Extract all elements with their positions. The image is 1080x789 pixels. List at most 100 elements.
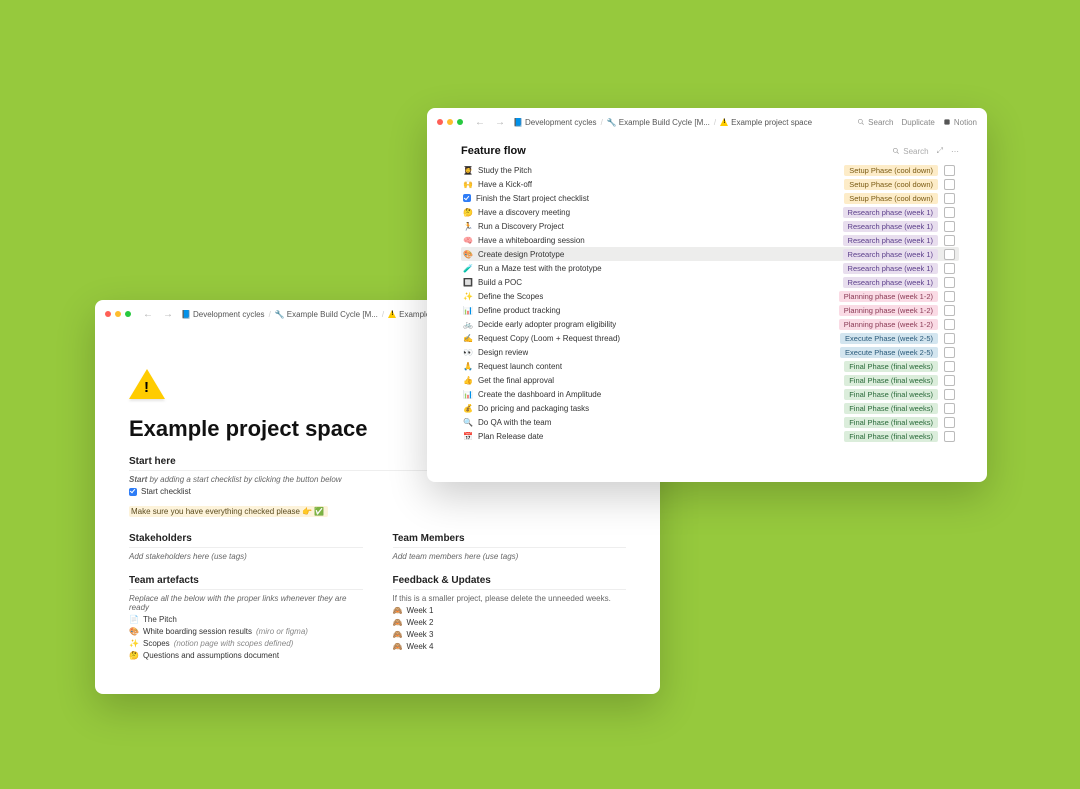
artefact-item[interactable]: 🎨White boarding session results (miro or… xyxy=(129,627,363,636)
item-icon: 🎨 xyxy=(129,627,139,636)
titlebar: ← → 📘Development cycles/🔧Example Build C… xyxy=(427,108,987,131)
feature-flow-row[interactable]: 👀Design reviewExecute Phase (week 2-5) xyxy=(461,345,959,359)
ff-more-icon[interactable]: ⋯ xyxy=(951,147,959,156)
row-checkbox[interactable] xyxy=(944,319,955,330)
row-checkbox[interactable] xyxy=(944,389,955,400)
feature-flow-row[interactable]: 💰Do pricing and packaging tasksFinal Pha… xyxy=(461,401,959,415)
feedback-week-item[interactable]: 🙈Week 4 xyxy=(393,642,627,651)
feedback-list: 🙈 Week 1 🙈Week 2 🙈Week 3 🙈Week 4 xyxy=(393,606,627,651)
breadcrumbs-b: 📘Development cycles/🔧Example Build Cycle… xyxy=(513,118,851,127)
row-icon: 🤔 xyxy=(463,208,473,217)
feature-flow-row[interactable]: 👍Get the final approvalFinal Phase (fina… xyxy=(461,373,959,387)
search-button[interactable]: Search xyxy=(857,118,893,127)
row-checkbox[interactable] xyxy=(944,179,955,190)
phase-pill: Research phase (week 1) xyxy=(843,235,938,246)
phase-pill: Planning phase (week 1-2) xyxy=(839,291,938,302)
feature-flow-row[interactable]: 📅Plan Release dateFinal Phase (final wee… xyxy=(461,429,959,443)
ff-search-button[interactable]: Search xyxy=(892,147,928,156)
duplicate-button[interactable]: Duplicate xyxy=(902,118,935,127)
row-checkbox[interactable] xyxy=(944,361,955,372)
feature-flow-row[interactable]: 🤔Have a discovery meetingResearch phase … xyxy=(461,205,959,219)
row-checkbox[interactable] xyxy=(944,375,955,386)
row-checkbox[interactable] xyxy=(944,333,955,344)
row-checkbox[interactable] xyxy=(944,193,955,204)
nav-forward-icon[interactable]: → xyxy=(161,309,175,320)
feature-flow-row[interactable]: ✨Define the ScopesPlanning phase (week 1… xyxy=(461,289,959,303)
row-checkbox[interactable] xyxy=(944,207,955,218)
breadcrumb-item[interactable]: 📘Development cycles xyxy=(513,118,597,127)
artefact-item[interactable]: 🤔Questions and assumptions document xyxy=(129,651,363,660)
feature-flow-row[interactable]: 🎨Create design PrototypeResearch phase (… xyxy=(461,247,959,261)
row-icon: 🔲 xyxy=(463,278,473,287)
row-checkbox[interactable] xyxy=(944,277,955,288)
minimize-dot[interactable] xyxy=(115,311,121,317)
crumb-icon: 🔧 xyxy=(275,310,285,319)
row-label: Have a discovery meeting xyxy=(478,208,570,217)
row-checkbox[interactable] xyxy=(944,165,955,176)
feature-flow-row[interactable]: 🙏Request launch contentFinal Phase (fina… xyxy=(461,359,959,373)
phase-pill: Final Phase (final weeks) xyxy=(844,431,938,442)
row-label: Do pricing and packaging tasks xyxy=(478,404,589,413)
ff-expand-icon[interactable]: ⤢ xyxy=(937,146,943,156)
row-checkbox[interactable] xyxy=(944,417,955,428)
feature-flow-row[interactable]: 🏃Run a Discovery ProjectResearch phase (… xyxy=(461,219,959,233)
item-icon: 🙈 xyxy=(393,606,403,615)
nav-back-icon[interactable]: ← xyxy=(141,309,155,320)
feature-flow-row[interactable]: 🔲Build a POCResearch phase (week 1) xyxy=(461,275,959,289)
zoom-dot[interactable] xyxy=(457,119,463,125)
breadcrumb-sep: / xyxy=(382,310,384,319)
nav-back-icon[interactable]: ← xyxy=(473,117,487,128)
row-checkbox[interactable] xyxy=(944,291,955,302)
row-icon: 📊 xyxy=(463,390,473,399)
nav-forward-icon[interactable]: → xyxy=(493,117,507,128)
traffic-lights xyxy=(437,119,463,125)
row-checkbox[interactable] xyxy=(944,221,955,232)
feedback-week-item[interactable]: 🙈Week 3 xyxy=(393,630,627,639)
row-label: Request launch content xyxy=(478,362,562,371)
row-icon: 🧠 xyxy=(463,236,473,245)
row-icon: 🚲 xyxy=(463,320,473,329)
row-checkbox[interactable] xyxy=(944,235,955,246)
feature-flow-row[interactable]: 🔍Do QA with the teamFinal Phase (final w… xyxy=(461,415,959,429)
feature-flow-row[interactable]: 📊Create the dashboard in AmplitudeFinal … xyxy=(461,387,959,401)
phase-pill: Research phase (week 1) xyxy=(843,221,938,232)
artefact-item[interactable]: ✨Scopes (notion page with scopes defined… xyxy=(129,639,363,648)
zoom-dot[interactable] xyxy=(125,311,131,317)
phase-pill: Final Phase (final weeks) xyxy=(844,417,938,428)
feature-flow-row[interactable]: 📊Define product trackingPlanning phase (… xyxy=(461,303,959,317)
phase-pill: Research phase (week 1) xyxy=(843,277,938,288)
item-label: Scopes xyxy=(143,639,170,648)
breadcrumb-item[interactable]: Example project space xyxy=(720,118,812,127)
row-label: Create the dashboard in Amplitude xyxy=(478,390,601,399)
feature-flow-row[interactable]: Finish the Start project checklistSetup … xyxy=(461,191,959,205)
close-dot[interactable] xyxy=(437,119,443,125)
feedback-week-item[interactable]: 🙈Week 2 xyxy=(393,618,627,627)
feature-flow-row[interactable]: 🧠Have a whiteboarding sessionResearch ph… xyxy=(461,233,959,247)
close-dot[interactable] xyxy=(105,311,111,317)
feature-flow-row[interactable]: 🧪Run a Maze test with the prototypeResea… xyxy=(461,261,959,275)
item-label: Week 1 xyxy=(407,606,434,615)
feature-flow-row[interactable]: 🙌Have a Kick-offSetup Phase (cool down) xyxy=(461,177,959,191)
row-checkbox[interactable] xyxy=(944,263,955,274)
feedback-week-item[interactable]: 🙈 Week 1 xyxy=(393,606,627,615)
section-stakeholders: Stakeholders xyxy=(129,533,363,548)
breadcrumb-item[interactable]: 🔧Example Build Cycle [M... xyxy=(275,310,378,319)
row-checkbox[interactable] xyxy=(944,347,955,358)
feature-flow-row[interactable]: ✍️Request Copy (Loom + Request thread)Ex… xyxy=(461,331,959,345)
row-checkbox[interactable] xyxy=(944,249,955,260)
breadcrumb-item[interactable]: 📘Development cycles xyxy=(181,310,265,319)
warning-icon xyxy=(720,118,729,126)
item-label: Week 3 xyxy=(407,630,434,639)
row-checkbox[interactable] xyxy=(944,403,955,414)
feature-flow-row[interactable]: 🚲 Decide early adopter program eligibilit… xyxy=(461,317,959,331)
row-label: Decide early adopter program eligibility xyxy=(478,320,616,329)
minimize-dot[interactable] xyxy=(447,119,453,125)
notion-button[interactable]: Notion xyxy=(943,118,977,127)
artefact-item[interactable]: 📄The Pitch xyxy=(129,615,363,624)
row-checkbox[interactable] xyxy=(944,305,955,316)
row-checkbox[interactable] xyxy=(944,431,955,442)
crumb-icon: 📘 xyxy=(181,310,191,319)
start-checklist-link[interactable]: Start checklist xyxy=(129,487,626,496)
breadcrumb-item[interactable]: 🔧Example Build Cycle [M... xyxy=(607,118,710,127)
feature-flow-row[interactable]: 👩‍🎓Study the PitchSetup Phase (cool down… xyxy=(461,163,959,177)
